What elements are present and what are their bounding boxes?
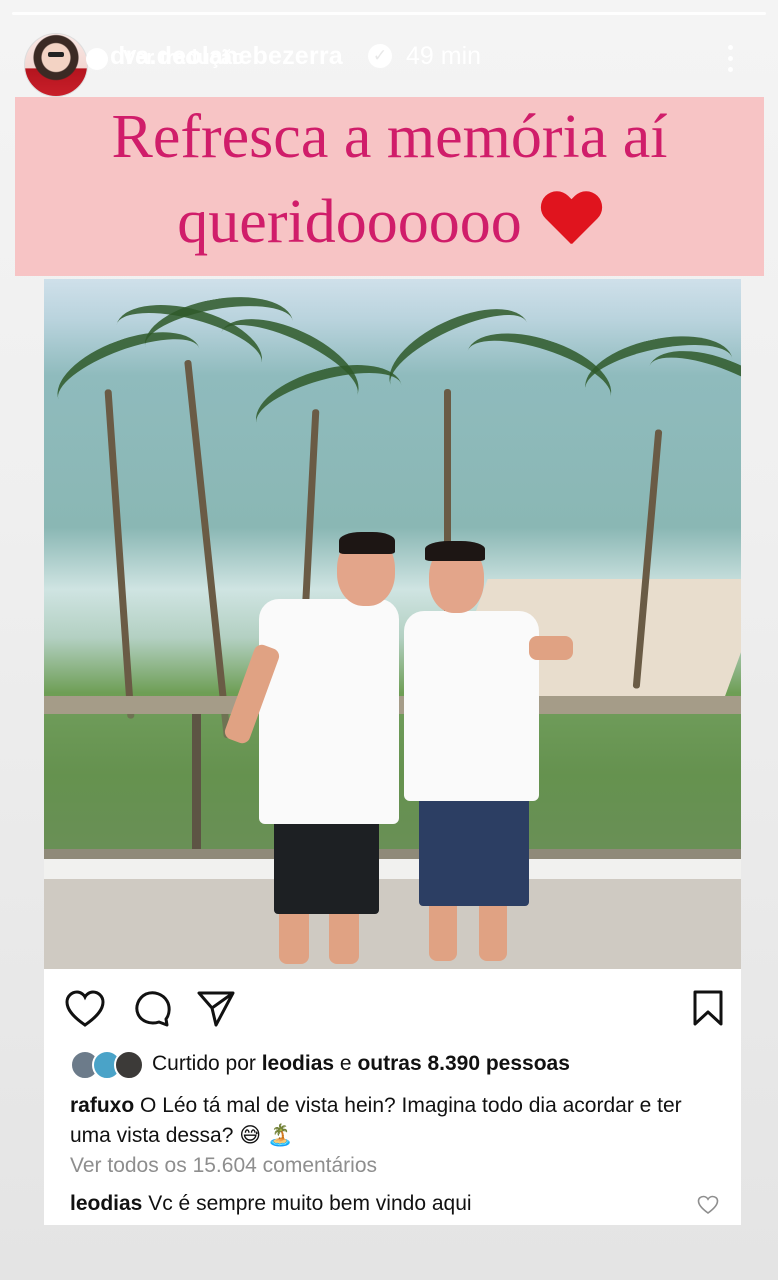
- likes-summary[interactable]: Curtido por leodias e outras 8.390 pesso…: [70, 1050, 730, 1080]
- story-progress-bar: [12, 12, 766, 15]
- view-all-comments-link[interactable]: Ver todos os 15.604 comentários: [70, 1154, 377, 1178]
- avatar[interactable]: [24, 33, 88, 97]
- see-translation-button[interactable]: Ver tradução: [87, 47, 244, 70]
- reply-comment: leodias Vc é sempre muito bem vindo aqui: [70, 1192, 720, 1216]
- person-left: [222, 532, 409, 964]
- liker-username[interactable]: leodias: [262, 1052, 334, 1075]
- other-likes[interactable]: outras 8.390 pessoas: [357, 1052, 569, 1075]
- share-icon[interactable]: [196, 989, 236, 1029]
- person-right: [389, 541, 584, 966]
- verified-icon: ✓: [368, 44, 392, 68]
- caption-line-1: Refresca a memória aí: [111, 103, 668, 171]
- post-actions: [64, 989, 724, 1029]
- post-photo[interactable]: [44, 279, 741, 969]
- comment-username[interactable]: rafuxo: [70, 1094, 134, 1117]
- caption-line-2: queridoooooo: [15, 179, 764, 265]
- likes-text: Curtido por leodias e outras 8.390 pesso…: [152, 1052, 570, 1075]
- story-time: 49 min: [406, 42, 482, 70]
- shared-post-card[interactable]: Curtido por leodias e outras 8.390 pesso…: [44, 279, 741, 1225]
- story-caption-sticker: Refresca a memória aí queridoooooo: [15, 97, 764, 276]
- comment-text: O Léo tá mal de vista hein? Imagina todo…: [70, 1094, 682, 1147]
- heart-like-icon[interactable]: [64, 989, 106, 1029]
- see-translation-label: Ver tradução: [123, 47, 245, 69]
- comment-like-icon[interactable]: [697, 1195, 719, 1215]
- caption-line-2-text: queridoooooo: [177, 188, 522, 256]
- more-options-icon[interactable]: [728, 45, 734, 78]
- bookmark-icon[interactable]: [692, 989, 724, 1027]
- liker-avatars: [70, 1050, 144, 1080]
- top-comment: rafuxo O Léo tá mal de vista hein? Imagi…: [70, 1091, 720, 1151]
- reply-username[interactable]: leodias: [70, 1192, 142, 1215]
- comment-icon[interactable]: [132, 989, 172, 1029]
- red-heart-icon: [540, 192, 602, 248]
- reply-text: Vc é sempre muito bem vindo aqui: [142, 1192, 472, 1215]
